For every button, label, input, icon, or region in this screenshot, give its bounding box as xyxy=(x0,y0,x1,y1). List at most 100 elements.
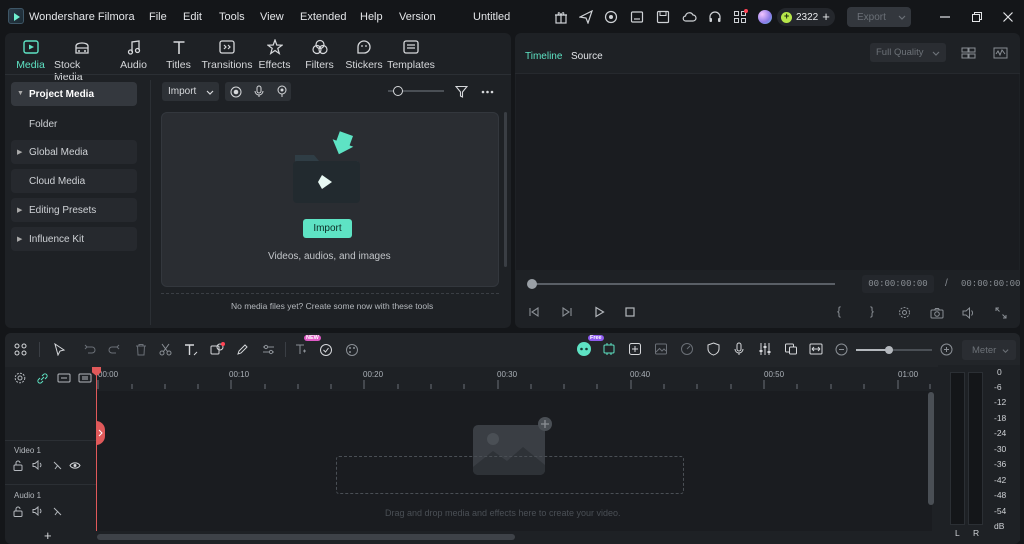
settings-gear-icon[interactable] xyxy=(897,305,912,320)
color-palette-icon[interactable] xyxy=(344,342,360,357)
eye-visibility-icon[interactable] xyxy=(69,459,81,471)
tab-stickers[interactable]: Stickers xyxy=(345,38,383,71)
slider-knob[interactable] xyxy=(393,86,403,96)
tab-transitions[interactable]: Transitions xyxy=(202,38,252,71)
free-feature-icon[interactable] xyxy=(601,341,617,357)
mark-out-icon[interactable]: } xyxy=(870,304,874,318)
send-icon[interactable] xyxy=(578,9,594,25)
save-icon[interactable] xyxy=(655,9,671,25)
minimize-icon[interactable] xyxy=(937,9,953,25)
credits-badge[interactable]: + 2322 + xyxy=(777,8,835,26)
horizontal-scrollbar[interactable] xyxy=(97,534,515,540)
speaker-icon[interactable] xyxy=(31,459,43,471)
audio-mixer-icon[interactable] xyxy=(757,341,773,357)
import-button[interactable]: Import xyxy=(303,219,352,238)
ai-enhance-icon[interactable] xyxy=(318,342,334,357)
menu-tools[interactable]: Tools xyxy=(219,11,245,23)
speed-icon[interactable] xyxy=(679,341,695,357)
media-scrollbar[interactable] xyxy=(504,112,507,267)
shield-icon[interactable] xyxy=(705,341,721,357)
menu-version[interactable]: Version xyxy=(399,11,436,23)
microphone-icon[interactable] xyxy=(251,84,266,99)
zoom-slider[interactable] xyxy=(856,346,932,354)
tab-timeline[interactable]: Timeline xyxy=(525,51,562,62)
tab-filters[interactable]: Filters xyxy=(303,38,336,71)
import-dropdown[interactable]: Import xyxy=(162,82,219,101)
sync-icon[interactable] xyxy=(603,9,619,25)
sidebar-item-influence-kit[interactable]: ▶ Influence Kit xyxy=(11,227,137,251)
tab-media[interactable]: Media xyxy=(14,38,47,71)
sidebar-item-project-media[interactable]: ▼ Project Media xyxy=(11,82,137,106)
user-avatar[interactable] xyxy=(758,10,772,24)
progress-knob[interactable] xyxy=(527,279,537,289)
menu-extended[interactable]: Extended xyxy=(300,11,346,23)
menu-file[interactable]: File xyxy=(149,11,167,23)
gift-icon[interactable] xyxy=(553,9,569,25)
menu-edit[interactable]: Edit xyxy=(183,11,202,23)
menu-help[interactable]: Help xyxy=(360,11,383,23)
playhead-tab[interactable] xyxy=(96,421,105,445)
thumbnail-size-slider[interactable] xyxy=(388,86,444,96)
record-screen-icon[interactable] xyxy=(228,84,243,99)
playhead-line[interactable] xyxy=(96,367,97,531)
split-scissors-icon[interactable] xyxy=(158,342,173,357)
apps-grid-icon[interactable] xyxy=(732,9,748,25)
add-audio-track-icon[interactable] xyxy=(77,371,92,385)
fullscreen-icon[interactable] xyxy=(993,305,1008,320)
zoom-in-icon[interactable] xyxy=(939,342,954,357)
undo-icon[interactable] xyxy=(82,342,97,357)
layout-grid-icon[interactable] xyxy=(13,342,28,357)
add-video-track-icon[interactable] xyxy=(56,371,71,385)
tab-titles[interactable]: Titles xyxy=(162,38,195,71)
mark-in-icon[interactable]: { xyxy=(837,304,841,318)
vertical-scrollbar[interactable] xyxy=(928,392,934,505)
replace-clip-icon[interactable] xyxy=(783,341,799,357)
export-button[interactable]: Export xyxy=(847,7,911,27)
close-icon[interactable] xyxy=(1000,9,1016,25)
stop-icon[interactable] xyxy=(623,305,637,319)
grid-view-icon[interactable] xyxy=(960,45,976,60)
track-settings-icon[interactable] xyxy=(13,371,27,385)
quality-dropdown[interactable]: Full Quality xyxy=(870,43,946,62)
drop-target-box[interactable] xyxy=(336,456,684,494)
sidebar-item-cloud-media[interactable]: Cloud Media xyxy=(11,169,137,193)
color-picker-icon[interactable] xyxy=(235,342,250,357)
text-tool-icon[interactable] xyxy=(183,342,199,357)
tab-stock-media[interactable]: Stock Media xyxy=(54,38,110,83)
add-credits-icon[interactable]: + xyxy=(822,10,830,23)
lock-icon[interactable] xyxy=(12,459,24,471)
menu-view[interactable]: View xyxy=(260,11,284,23)
tab-effects[interactable]: Effects xyxy=(258,38,291,71)
previous-frame-icon[interactable] xyxy=(527,305,541,319)
lock-icon[interactable] xyxy=(12,505,24,517)
headset-icon[interactable] xyxy=(707,9,723,25)
volume-icon[interactable] xyxy=(961,305,976,320)
tab-source[interactable]: Source xyxy=(571,51,603,62)
play-icon[interactable] xyxy=(592,305,606,319)
speaker-icon[interactable] xyxy=(31,505,43,517)
link-icon[interactable] xyxy=(35,371,49,385)
record-mic-icon[interactable] xyxy=(731,341,747,357)
filter-funnel-icon[interactable] xyxy=(454,84,469,99)
sidebar-item-global-media[interactable]: ▶ Global Media xyxy=(11,140,137,164)
redo-icon[interactable] xyxy=(107,342,122,357)
restore-icon[interactable] xyxy=(969,9,985,25)
snapshot-camera-icon[interactable] xyxy=(929,305,944,320)
document-icon[interactable] xyxy=(629,9,645,25)
tab-audio[interactable]: Audio xyxy=(117,38,150,71)
mute-icon[interactable] xyxy=(51,459,63,471)
sticker-add-icon[interactable] xyxy=(627,341,643,357)
sidebar-item-editing-presets[interactable]: ▶ Editing Presets xyxy=(11,198,137,222)
fit-timeline-icon[interactable] xyxy=(808,341,824,357)
playback-progress-bar[interactable] xyxy=(527,279,835,289)
adjust-sliders-icon[interactable] xyxy=(261,342,276,357)
crop-icon[interactable] xyxy=(209,342,225,357)
zoom-slider-knob[interactable] xyxy=(885,346,893,354)
add-track-button[interactable]: + xyxy=(44,528,52,543)
sidebar-item-folder[interactable]: Folder xyxy=(11,112,137,136)
delete-trash-icon[interactable] xyxy=(133,342,148,357)
image-edit-icon[interactable] xyxy=(653,341,669,357)
tab-templates[interactable]: Templates xyxy=(387,38,435,71)
voiceover-icon[interactable] xyxy=(274,84,289,99)
zoom-out-icon[interactable] xyxy=(834,342,849,357)
